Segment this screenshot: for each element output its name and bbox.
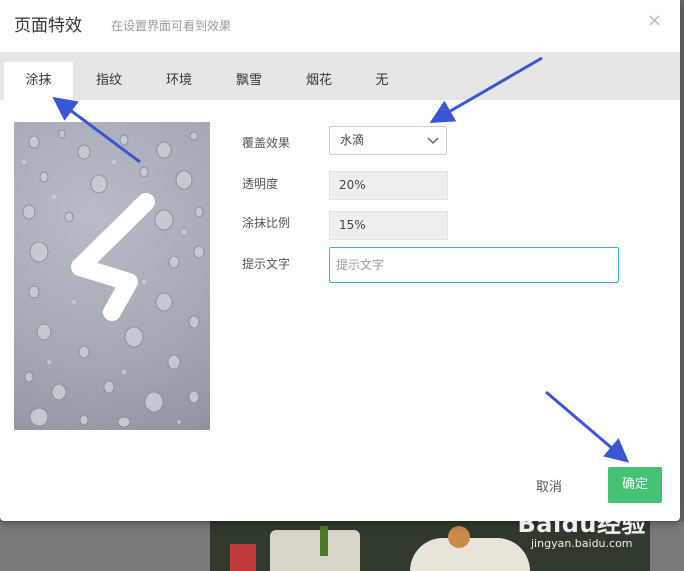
close-icon[interactable]: × [647,10,662,31]
dialog-subtitle: 在设置界面可看到效果 [111,19,232,33]
page-effects-dialog: 页面特效 在设置界面可看到效果 × 涂抹 指纹 环境 飘雪 烟花 无 覆盖效果 … [0,0,680,521]
tab-smear[interactable]: 涂抹 [4,62,73,100]
illustration-open-book [410,538,530,571]
water-drops-graphic [22,129,205,428]
opacity-label: 透明度 [242,177,279,191]
watermark-logo: Baidu经验 [517,510,646,538]
tab-none[interactable]: 无 [364,62,400,100]
opacity-field[interactable]: 20% [329,171,448,200]
tab-fireworks[interactable]: 烟花 [294,62,344,100]
illustration-plant [320,526,328,556]
overlay-effect-select[interactable]: 水滴 [329,126,447,155]
dialog-header: 页面特效 在设置界面可看到效果 × [0,0,680,50]
overlay-effect-label: 覆盖效果 [242,136,291,150]
illustration-book [270,530,360,571]
watermark-url: jingyan.baidu.com [531,537,633,550]
smear-ratio-label: 涂抹比例 [242,216,291,230]
cancel-button[interactable]: 取消 [536,476,562,495]
tab-environment[interactable]: 环境 [154,62,204,100]
hint-text-input[interactable] [329,247,619,283]
tab-snow[interactable]: 飘雪 [224,62,274,100]
smear-ratio-field[interactable]: 15% [329,211,448,240]
dialog-title: 页面特效 [14,16,82,36]
confirm-button[interactable]: 确定 [608,467,662,503]
illustration-cup [230,544,256,571]
effect-preview-image [14,122,210,430]
tab-fingerprint[interactable]: 指纹 [84,62,134,100]
effect-tabs: 涂抹 指纹 环境 飘雪 烟花 无 [0,52,680,100]
overlay-effect-value: 水滴 [340,133,365,147]
illustration-figure [448,526,470,548]
chevron-down-icon [427,137,439,145]
hint-text-label: 提示文字 [242,257,291,271]
baidu-watermark: Baidu经验 jingyan.baidu.com [518,504,646,550]
